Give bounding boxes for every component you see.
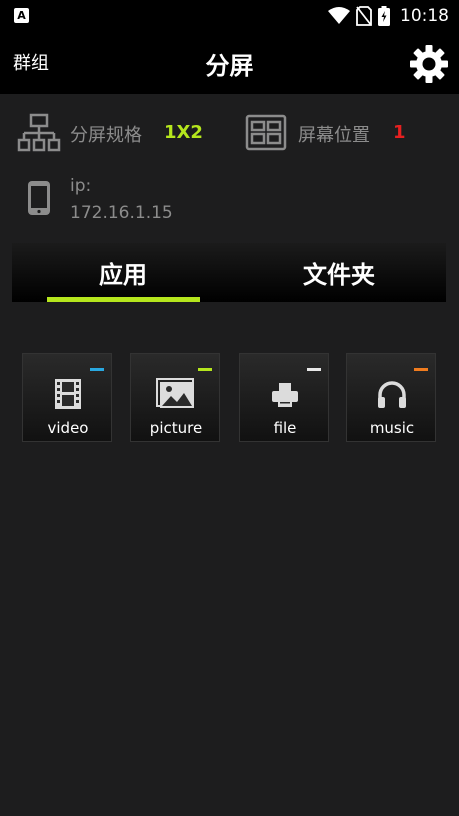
app-tile-label: file bbox=[273, 419, 297, 437]
tile-accent bbox=[90, 368, 104, 371]
headphones-icon bbox=[378, 381, 406, 408]
page-title: 分屏 bbox=[205, 52, 254, 80]
app-tile-label: picture bbox=[149, 419, 203, 437]
app-tile-video[interactable]: video bbox=[22, 353, 112, 442]
app-tile-picture[interactable]: picture bbox=[130, 353, 220, 442]
app-tile-label: music bbox=[369, 419, 415, 437]
notification-app-icon: A bbox=[14, 8, 29, 23]
clock: 10:18 bbox=[400, 6, 449, 26]
tab-folders[interactable]: 文件夹 bbox=[262, 243, 416, 302]
tile-accent bbox=[198, 368, 212, 371]
tab-bar: 应用 文件夹 bbox=[12, 243, 446, 302]
network-icon bbox=[17, 113, 61, 152]
screen-layout-icon bbox=[245, 114, 287, 151]
film-icon bbox=[55, 379, 81, 409]
screen-position-value: 1 bbox=[393, 122, 406, 143]
image-icon bbox=[156, 378, 194, 408]
app-tile-music[interactable]: music bbox=[346, 353, 436, 442]
ip-value: 172.16.1.15 bbox=[70, 203, 173, 223]
active-tab-indicator bbox=[47, 297, 200, 302]
no-sim-icon bbox=[356, 6, 372, 26]
app-bar: 群组 分屏 bbox=[0, 32, 459, 94]
battery-icon bbox=[378, 6, 390, 26]
split-spec-label: 分屏规格 bbox=[70, 125, 142, 146]
tab-apps[interactable]: 应用 bbox=[46, 243, 200, 302]
ip-label: ip: bbox=[70, 176, 92, 196]
tile-accent bbox=[307, 368, 321, 371]
phone-icon bbox=[28, 181, 50, 215]
status-icons: 10:18 bbox=[328, 5, 449, 27]
status-bar: A 10:18 bbox=[0, 0, 459, 32]
tile-accent bbox=[414, 368, 428, 371]
split-spec-value: 1X2 bbox=[164, 122, 203, 143]
screen-position-label: 屏幕位置 bbox=[298, 125, 370, 146]
gear-icon[interactable] bbox=[407, 42, 451, 86]
printer-icon bbox=[272, 383, 298, 407]
app-tile-label: video bbox=[47, 419, 89, 437]
app-tile-file[interactable]: file bbox=[239, 353, 329, 442]
wifi-icon bbox=[328, 7, 350, 24]
